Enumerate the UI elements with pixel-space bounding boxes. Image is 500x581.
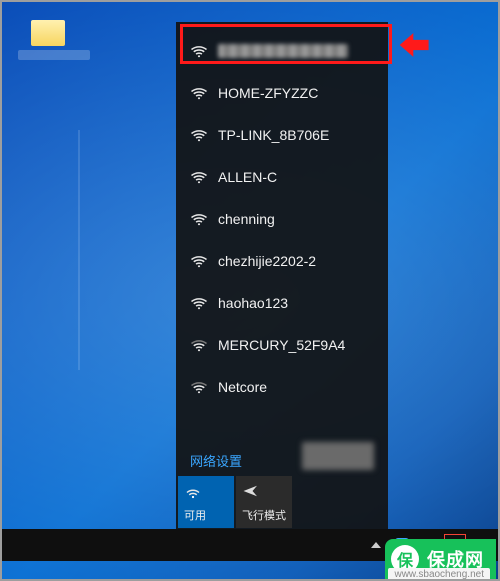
network-settings-meta-blur bbox=[302, 442, 374, 470]
quick-action-wifi-label: 可用 bbox=[184, 507, 228, 523]
wifi-icon bbox=[190, 378, 208, 396]
wifi-name: haohao123 bbox=[218, 295, 288, 311]
wifi-item[interactable]: chezhijie2202-2 bbox=[176, 240, 388, 282]
wifi-name: HOME-ZFYZZC bbox=[218, 85, 318, 101]
wifi-name: MERCURY_52F9A4 bbox=[218, 337, 345, 353]
watermark-url: www.sbaocheng.net bbox=[388, 568, 490, 581]
wifi-item[interactable]: TP-LINK_8B706E bbox=[176, 114, 388, 156]
annotation-arrow-icon bbox=[398, 30, 432, 60]
quick-action-wifi[interactable]: 可用 bbox=[178, 476, 234, 528]
wifi-name bbox=[218, 44, 348, 58]
wifi-icon bbox=[190, 42, 208, 60]
quick-action-airplane[interactable]: 飞行模式 bbox=[236, 476, 292, 528]
wifi-icon bbox=[190, 126, 208, 144]
wifi-icon bbox=[190, 210, 208, 228]
wifi-item[interactable]: chenning bbox=[176, 198, 388, 240]
airplane-icon bbox=[242, 482, 260, 500]
wifi-name: ALLEN-C bbox=[218, 169, 277, 185]
wifi-item[interactable] bbox=[176, 30, 388, 72]
wifi-icon bbox=[190, 252, 208, 270]
network-settings-row: 网络设置 bbox=[176, 446, 388, 476]
desktop-icon[interactable] bbox=[18, 20, 78, 60]
wifi-icon bbox=[184, 482, 202, 500]
wifi-name: TP-LINK_8B706E bbox=[218, 127, 329, 143]
wifi-icon bbox=[190, 168, 208, 186]
network-flyout: HOME-ZFYZZC TP-LINK_8B706E ALLEN-C chenn… bbox=[176, 22, 388, 530]
wifi-item[interactable]: MERCURY_52F9A4 bbox=[176, 324, 388, 366]
wifi-item[interactable]: Netcore bbox=[176, 366, 388, 408]
wifi-name: Netcore bbox=[218, 379, 267, 395]
wifi-item[interactable]: haohao123 bbox=[176, 282, 388, 324]
wifi-item[interactable]: ALLEN-C bbox=[176, 156, 388, 198]
wifi-name: chezhijie2202-2 bbox=[218, 253, 316, 269]
wifi-icon bbox=[190, 294, 208, 312]
quick-action-airplane-label: 飞行模式 bbox=[242, 507, 286, 523]
folder-icon bbox=[31, 20, 65, 46]
wifi-icon bbox=[190, 84, 208, 102]
network-settings-link[interactable]: 网络设置 bbox=[190, 451, 242, 470]
wifi-icon bbox=[190, 336, 208, 354]
quick-actions: 可用 飞行模式 bbox=[176, 476, 388, 530]
wifi-item[interactable]: HOME-ZFYZZC bbox=[176, 72, 388, 114]
desktop-icon-label bbox=[18, 50, 90, 60]
desktop-wallpaper: HOME-ZFYZZC TP-LINK_8B706E ALLEN-C chenn… bbox=[0, 0, 500, 581]
tray-overflow-chevron-icon[interactable] bbox=[366, 535, 386, 555]
wifi-list: HOME-ZFYZZC TP-LINK_8B706E ALLEN-C chenn… bbox=[176, 22, 388, 446]
wifi-name: chenning bbox=[218, 211, 275, 227]
